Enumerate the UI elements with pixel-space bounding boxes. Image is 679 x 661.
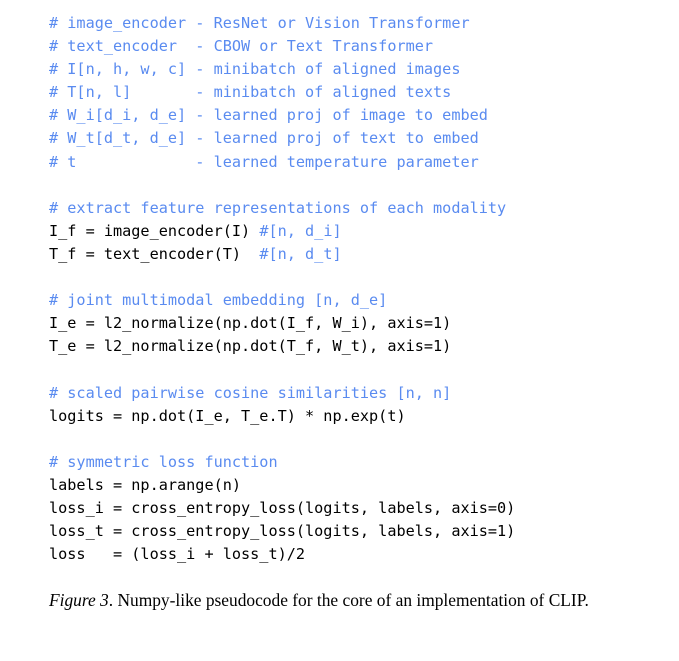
code-line: # T[n, l] - minibatch of aligned texts [49,81,669,104]
code-comment: #[n, d_i] [259,221,342,240]
code-source: logits = np.dot(I_e, T_e.T) * np.exp(t) [49,406,406,425]
code-comment: #[n, d_t] [259,244,342,263]
code-source: loss_t = cross_entropy_loss(logits, labe… [49,522,516,541]
figure-caption-label: Figure 3 [49,590,109,610]
code-source: loss = (loss_i + loss_t)/2 [49,545,306,564]
code-line: # symmetric loss function [49,451,669,474]
code-comment: # W_t[d_t, d_e] - learned proj of text t… [49,129,479,148]
figure-caption-text: Numpy-like pseudocode for the core of an… [117,590,589,610]
code-comment: # I[n, h, w, c] - minibatch of aligned i… [49,60,461,79]
code-line: # W_i[d_i, d_e] - learned proj of image … [49,104,669,127]
code-line: logits = np.dot(I_e, T_e.T) * np.exp(t) [49,405,669,428]
code-comment: # scaled pairwise cosine similarities [n… [49,383,452,402]
code-source: I_e = l2_normalize(np.dot(I_f, W_i), axi… [49,314,452,333]
figure-root: # image_encoder - ResNet or Vision Trans… [0,0,679,661]
code-line: loss_t = cross_entropy_loss(logits, labe… [49,520,669,543]
code-line: # joint multimodal embedding [n, d_e] [49,289,669,312]
code-line: # text_encoder - CBOW or Text Transforme… [49,35,669,58]
code-line: loss = (loss_i + loss_t)/2 [49,543,669,566]
code-comment: # extract feature representations of eac… [49,198,507,217]
code-line: I_f = image_encoder(I) #[n, d_i] [49,220,669,243]
code-line: # extract feature representations of eac… [49,197,669,220]
code-line: loss_i = cross_entropy_loss(logits, labe… [49,497,669,520]
code-line: labels = np.arange(n) [49,474,669,497]
code-line: # scaled pairwise cosine similarities [n… [49,382,669,405]
figure-caption: Figure 3. Numpy-like pseudocode for the … [49,588,657,613]
code-comment: # joint multimodal embedding [n, d_e] [49,291,388,310]
code-source: T_e = l2_normalize(np.dot(T_f, W_t), axi… [49,337,452,356]
code-line: I_e = l2_normalize(np.dot(I_f, W_i), axi… [49,312,669,335]
code-line: T_f = text_encoder(T) #[n, d_t] [49,243,669,266]
pseudocode-block: # image_encoder - ResNet or Vision Trans… [49,12,669,566]
code-line: # image_encoder - ResNet or Vision Trans… [49,12,669,35]
code-comment: # t - learned temperature parameter [49,152,479,171]
code-source: T_f = text_encoder(T) [49,244,260,263]
code-line: # I[n, h, w, c] - minibatch of aligned i… [49,58,669,81]
code-comment: # W_i[d_i, d_e] - learned proj of image … [49,106,488,125]
code-source: labels = np.arange(n) [49,475,242,494]
code-comment: # T[n, l] - minibatch of aligned texts [49,83,452,102]
code-source: loss_i = cross_entropy_loss(logits, labe… [49,498,516,517]
code-comment: # text_encoder - CBOW or Text Transforme… [49,37,434,56]
code-source: I_f = image_encoder(I) [49,221,260,240]
code-line: T_e = l2_normalize(np.dot(T_f, W_t), axi… [49,335,669,358]
code-line: # t - learned temperature parameter [49,151,669,174]
code-line: # W_t[d_t, d_e] - learned proj of text t… [49,127,669,150]
code-comment: # symmetric loss function [49,452,278,471]
code-comment: # image_encoder - ResNet or Vision Trans… [49,14,470,32]
